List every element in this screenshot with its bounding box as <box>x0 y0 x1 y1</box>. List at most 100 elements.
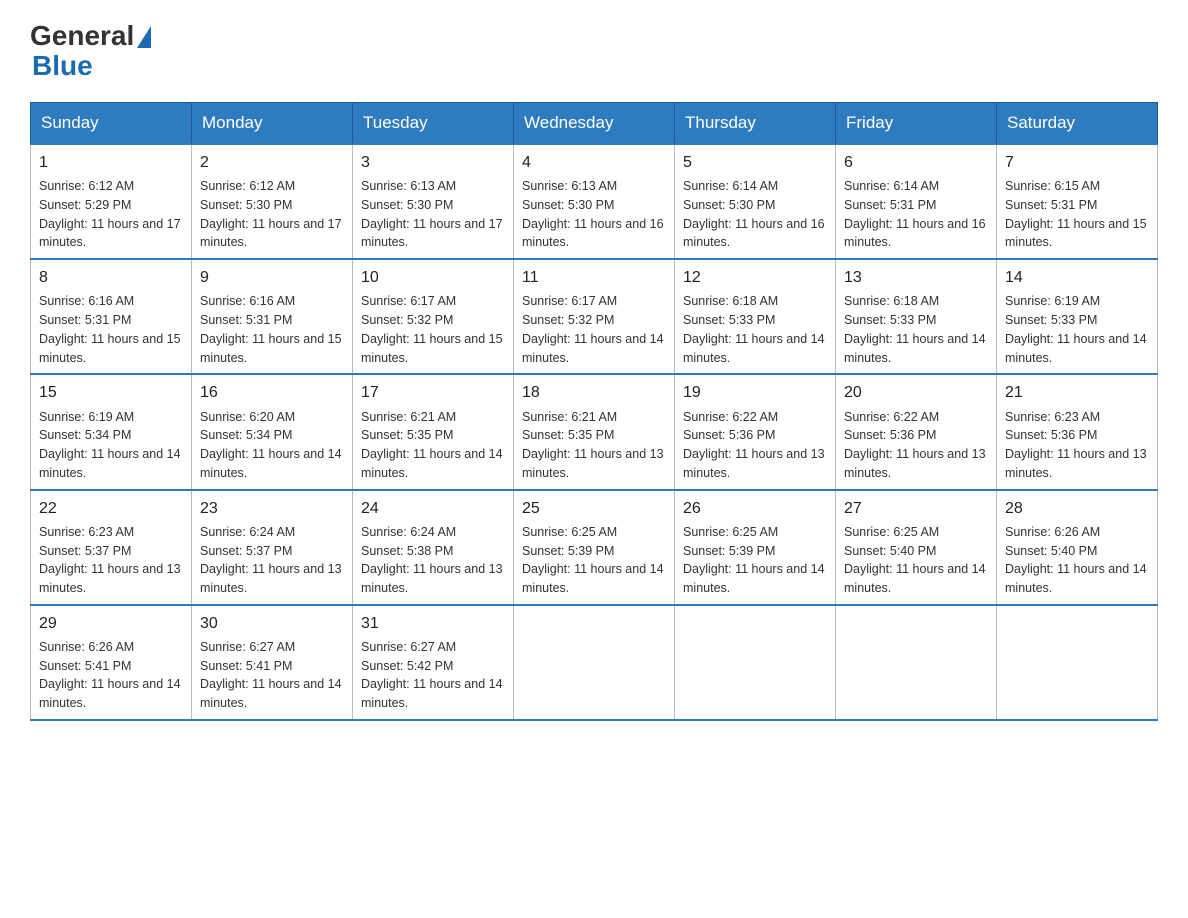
day-number: 3 <box>361 151 505 174</box>
day-info: Sunrise: 6:19 AMSunset: 5:33 PMDaylight:… <box>1005 292 1149 367</box>
calendar-cell: 30Sunrise: 6:27 AMSunset: 5:41 PMDayligh… <box>192 605 353 720</box>
calendar-header-wednesday: Wednesday <box>514 103 675 145</box>
day-info: Sunrise: 6:15 AMSunset: 5:31 PMDaylight:… <box>1005 177 1149 252</box>
calendar-cell: 18 Sunrise: 6:21 AMSunset: 5:35 PMDayligh… <box>514 374 675 489</box>
day-info: Sunrise: 6:12 AMSunset: 5:30 PMDaylight:… <box>200 177 344 252</box>
page-header: General Blue <box>30 20 1158 82</box>
day-number: 5 <box>683 151 827 174</box>
calendar-cell: 1 Sunrise: 6:12 AMSunset: 5:29 PMDaylight… <box>31 144 192 259</box>
day-number: 1 <box>39 151 183 174</box>
day-number: 21 <box>1005 381 1149 404</box>
calendar-cell: 3 Sunrise: 6:13 AMSunset: 5:30 PMDaylight… <box>353 144 514 259</box>
day-info: Sunrise: 6:26 AMSunset: 5:40 PMDaylight:… <box>1005 523 1149 598</box>
day-info: Sunrise: 6:19 AMSunset: 5:34 PMDaylight:… <box>39 408 183 483</box>
day-info: Sunrise: 6:12 AMSunset: 5:29 PMDaylight:… <box>39 177 183 252</box>
calendar-cell: 14 Sunrise: 6:19 AMSunset: 5:33 PMDayligh… <box>997 259 1158 374</box>
day-number: 27 <box>844 497 988 520</box>
day-number: 16 <box>200 381 344 404</box>
day-info: Sunrise: 6:23 AMSunset: 5:37 PMDaylight:… <box>39 523 183 598</box>
calendar-week-2: 8 Sunrise: 6:16 AMSunset: 5:31 PMDaylight… <box>31 259 1158 374</box>
calendar-header-thursday: Thursday <box>675 103 836 145</box>
calendar-header-sunday: Sunday <box>31 103 192 145</box>
calendar-week-5: 29 Sunrise: 6:26 AMSunset: 5:41 PMDayligh… <box>31 605 1158 720</box>
logo-blue-text: Blue <box>32 50 93 82</box>
day-info: Sunrise: 6:13 AMSunset: 5:30 PMDaylight:… <box>522 177 666 252</box>
logo-general-text: General <box>30 20 134 52</box>
calendar-cell: 31 Sunrise: 6:27 AMSunset: 5:42 PMDayligh… <box>353 605 514 720</box>
day-info: Sunrise: 6:24 AMSunset: 5:37 PMDaylight:… <box>200 523 344 598</box>
day-number: 23 <box>200 497 344 520</box>
calendar-cell: 9 Sunrise: 6:16 AMSunset: 5:31 PMDaylight… <box>192 259 353 374</box>
calendar-header-friday: Friday <box>836 103 997 145</box>
calendar-cell: 22Sunrise: 6:23 AMSunset: 5:37 PMDayligh… <box>31 490 192 605</box>
day-info: Sunrise: 6:16 AMSunset: 5:31 PMDaylight:… <box>39 292 183 367</box>
day-number: 29 <box>39 612 183 635</box>
calendar-cell: 8 Sunrise: 6:16 AMSunset: 5:31 PMDaylight… <box>31 259 192 374</box>
day-number: 19 <box>683 381 827 404</box>
day-number: 7 <box>1005 151 1149 174</box>
day-info: Sunrise: 6:16 AMSunset: 5:31 PMDaylight:… <box>200 292 344 367</box>
day-number: 17 <box>361 381 505 404</box>
calendar-cell: 27 Sunrise: 6:25 AMSunset: 5:40 PMDayligh… <box>836 490 997 605</box>
day-number: 9 <box>200 266 344 289</box>
calendar-week-3: 15 Sunrise: 6:19 AMSunset: 5:34 PMDayligh… <box>31 374 1158 489</box>
day-number: 13 <box>844 266 988 289</box>
day-info: Sunrise: 6:23 AMSunset: 5:36 PMDaylight:… <box>1005 408 1149 483</box>
calendar-cell <box>836 605 997 720</box>
day-info: Sunrise: 6:25 AMSunset: 5:39 PMDaylight:… <box>683 523 827 598</box>
day-info: Sunrise: 6:26 AMSunset: 5:41 PMDaylight:… <box>39 638 183 713</box>
calendar-cell: 13Sunrise: 6:18 AMSunset: 5:33 PMDayligh… <box>836 259 997 374</box>
calendar-header-tuesday: Tuesday <box>353 103 514 145</box>
calendar-header-monday: Monday <box>192 103 353 145</box>
day-info: Sunrise: 6:25 AMSunset: 5:39 PMDaylight:… <box>522 523 666 598</box>
day-number: 31 <box>361 612 505 635</box>
day-number: 24 <box>361 497 505 520</box>
calendar-cell: 6 Sunrise: 6:14 AMSunset: 5:31 PMDaylight… <box>836 144 997 259</box>
calendar-cell: 15 Sunrise: 6:19 AMSunset: 5:34 PMDayligh… <box>31 374 192 489</box>
day-number: 14 <box>1005 266 1149 289</box>
calendar-cell: 21 Sunrise: 6:23 AMSunset: 5:36 PMDayligh… <box>997 374 1158 489</box>
calendar-cell: 4 Sunrise: 6:13 AMSunset: 5:30 PMDaylight… <box>514 144 675 259</box>
logo-triangle-icon <box>137 26 151 48</box>
day-number: 12 <box>683 266 827 289</box>
day-info: Sunrise: 6:21 AMSunset: 5:35 PMDaylight:… <box>522 408 666 483</box>
day-info: Sunrise: 6:14 AMSunset: 5:30 PMDaylight:… <box>683 177 827 252</box>
day-info: Sunrise: 6:13 AMSunset: 5:30 PMDaylight:… <box>361 177 505 252</box>
day-info: Sunrise: 6:14 AMSunset: 5:31 PMDaylight:… <box>844 177 988 252</box>
day-info: Sunrise: 6:20 AMSunset: 5:34 PMDaylight:… <box>200 408 344 483</box>
calendar-week-1: 1 Sunrise: 6:12 AMSunset: 5:29 PMDaylight… <box>31 144 1158 259</box>
day-number: 4 <box>522 151 666 174</box>
calendar-cell: 12 Sunrise: 6:18 AMSunset: 5:33 PMDayligh… <box>675 259 836 374</box>
day-info: Sunrise: 6:21 AMSunset: 5:35 PMDaylight:… <box>361 408 505 483</box>
day-info: Sunrise: 6:22 AMSunset: 5:36 PMDaylight:… <box>844 408 988 483</box>
day-number: 28 <box>1005 497 1149 520</box>
day-number: 10 <box>361 266 505 289</box>
calendar-cell: 11Sunrise: 6:17 AMSunset: 5:32 PMDayligh… <box>514 259 675 374</box>
day-info: Sunrise: 6:24 AMSunset: 5:38 PMDaylight:… <box>361 523 505 598</box>
calendar-cell: 23 Sunrise: 6:24 AMSunset: 5:37 PMDayligh… <box>192 490 353 605</box>
calendar-cell <box>997 605 1158 720</box>
calendar-cell: 24 Sunrise: 6:24 AMSunset: 5:38 PMDayligh… <box>353 490 514 605</box>
day-info: Sunrise: 6:17 AMSunset: 5:32 PMDaylight:… <box>361 292 505 367</box>
calendar-cell: 10 Sunrise: 6:17 AMSunset: 5:32 PMDayligh… <box>353 259 514 374</box>
day-number: 8 <box>39 266 183 289</box>
day-info: Sunrise: 6:25 AMSunset: 5:40 PMDaylight:… <box>844 523 988 598</box>
day-number: 30 <box>200 612 344 635</box>
calendar-cell: 2Sunrise: 6:12 AMSunset: 5:30 PMDaylight… <box>192 144 353 259</box>
calendar-header-row: SundayMondayTuesdayWednesdayThursdayFrid… <box>31 103 1158 145</box>
calendar-cell: 28 Sunrise: 6:26 AMSunset: 5:40 PMDayligh… <box>997 490 1158 605</box>
day-number: 20 <box>844 381 988 404</box>
calendar-cell: 29 Sunrise: 6:26 AMSunset: 5:41 PMDayligh… <box>31 605 192 720</box>
day-number: 18 <box>522 381 666 404</box>
day-number: 11 <box>522 266 666 289</box>
calendar-cell <box>675 605 836 720</box>
calendar-cell: 7 Sunrise: 6:15 AMSunset: 5:31 PMDaylight… <box>997 144 1158 259</box>
calendar-cell: 20 Sunrise: 6:22 AMSunset: 5:36 PMDayligh… <box>836 374 997 489</box>
day-number: 15 <box>39 381 183 404</box>
day-info: Sunrise: 6:27 AMSunset: 5:42 PMDaylight:… <box>361 638 505 713</box>
calendar-cell: 25Sunrise: 6:25 AMSunset: 5:39 PMDayligh… <box>514 490 675 605</box>
day-number: 6 <box>844 151 988 174</box>
calendar-header-saturday: Saturday <box>997 103 1158 145</box>
calendar-cell: 19Sunrise: 6:22 AMSunset: 5:36 PMDayligh… <box>675 374 836 489</box>
day-info: Sunrise: 6:18 AMSunset: 5:33 PMDaylight:… <box>683 292 827 367</box>
